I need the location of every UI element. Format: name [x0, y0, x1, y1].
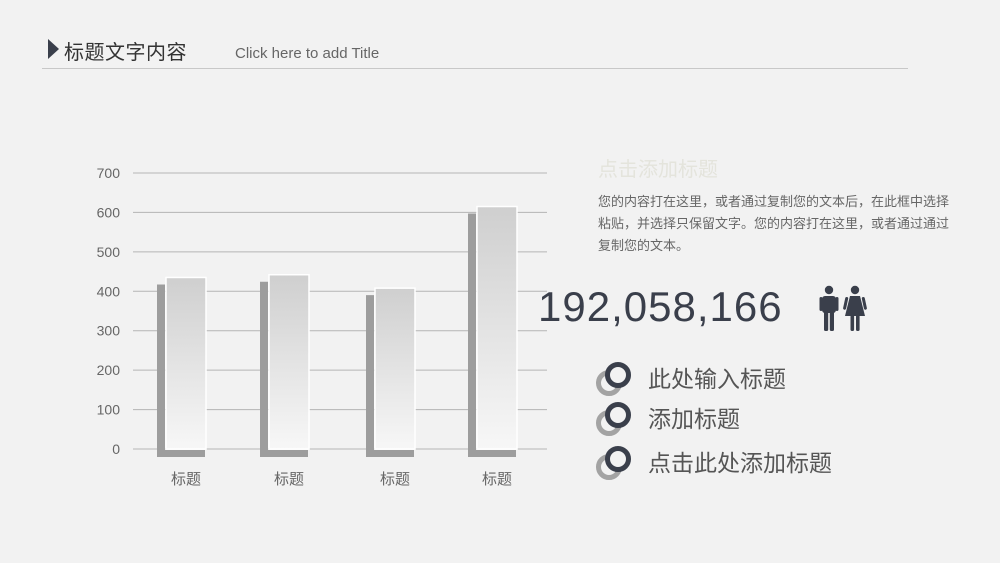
bar-chart: 0 100 200 300 400 500 600 700 标题 标题 标题 标题 [97, 165, 547, 488]
ring-icon [605, 362, 631, 388]
bullet-label: 添加标题 [648, 407, 740, 433]
chart-bars [157, 205, 518, 457]
stat-number: 192,058,166 [538, 283, 783, 330]
ring-icon [605, 402, 631, 428]
y-tick-label: 0 [112, 441, 120, 457]
x-category-label: 标题 [274, 470, 304, 488]
x-category-label: 标题 [171, 470, 201, 488]
y-tick-label: 400 [97, 283, 121, 299]
y-tick-label: 700 [97, 165, 121, 181]
info-title[interactable]: 点击添加标题 [598, 153, 718, 182]
bar[interactable] [268, 273, 310, 450]
y-tick-label: 600 [97, 204, 121, 220]
bar[interactable] [374, 287, 416, 450]
people-icon [819, 285, 867, 331]
bullet-item[interactable]: 此处输入标题 [596, 362, 936, 402]
info-body[interactable]: 您的内容打在这里，或者通过复制您的文本后，在此框中选择粘贴，并选择只保留文字。您… [598, 192, 950, 258]
x-category-label: 标题 [482, 470, 512, 488]
bar[interactable] [476, 205, 518, 450]
bar[interactable] [165, 276, 207, 450]
x-category-label: 标题 [380, 470, 410, 488]
ring-icon [605, 446, 631, 472]
y-tick-label: 500 [97, 244, 121, 260]
y-tick-label: 300 [97, 323, 121, 339]
bullet-label: 此处输入标题 [648, 367, 786, 393]
bullet-item[interactable]: 添加标题 [596, 402, 936, 442]
y-tick-label: 100 [97, 402, 121, 418]
y-tick-label: 200 [97, 362, 121, 378]
bullet-item[interactable]: 点击此处添加标题 [596, 446, 936, 486]
bullet-label: 点击此处添加标题 [648, 451, 832, 477]
